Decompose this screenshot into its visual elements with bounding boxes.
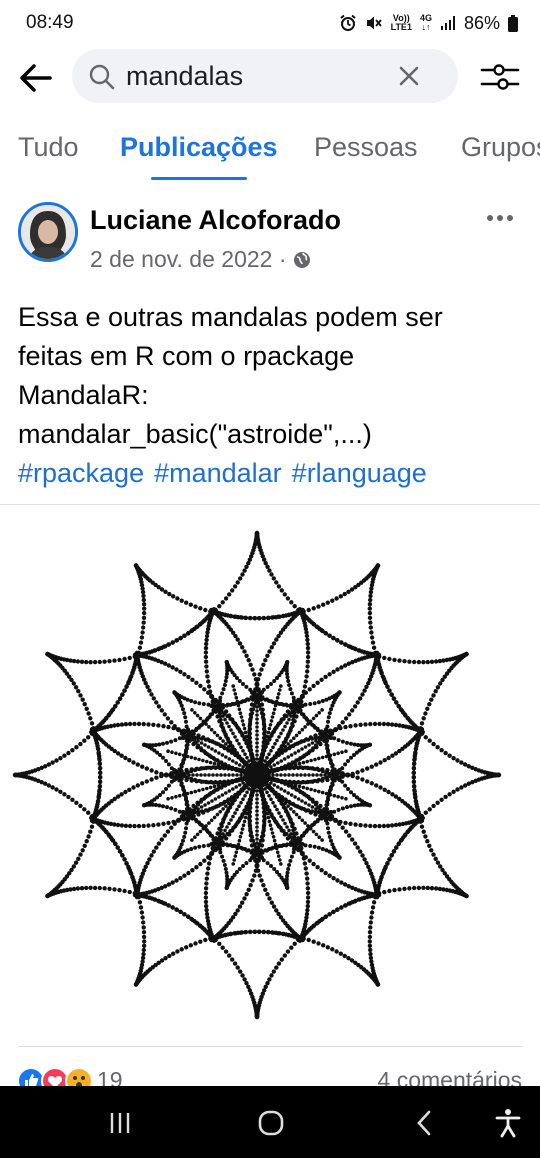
- recent-apps-icon: [110, 1113, 130, 1133]
- back-icon: [417, 1110, 431, 1136]
- home-button[interactable]: [253, 1106, 289, 1140]
- post-text-line: Essa e outras mandalas podem ser: [18, 302, 443, 332]
- back-button[interactable]: [14, 58, 56, 98]
- network-type-icon: 4G ↓↑: [419, 13, 432, 32]
- hashtag-link[interactable]: #rpackage: [18, 454, 144, 493]
- home-icon: [258, 1110, 284, 1136]
- mute-icon: [365, 14, 383, 32]
- search-box[interactable]: [72, 49, 458, 103]
- android-nav-bar: [0, 1086, 540, 1158]
- hashtag-link[interactable]: #rlanguage: [292, 454, 427, 493]
- recent-apps-button[interactable]: [102, 1106, 138, 1140]
- tab-posts[interactable]: Publicações: [120, 132, 278, 163]
- clear-icon[interactable]: [398, 65, 420, 87]
- back-arrow-icon: [20, 64, 52, 92]
- avatar[interactable]: [18, 202, 78, 262]
- comments-count[interactable]: 4 comentários: [378, 1067, 522, 1086]
- reaction-bar: 19 4 comentários: [0, 1060, 540, 1086]
- mandala-pattern: [12, 530, 502, 1020]
- reaction-count[interactable]: 19: [97, 1067, 123, 1086]
- tab-all[interactable]: Tudo: [18, 132, 79, 163]
- status-time: 08:49: [26, 12, 74, 33]
- more-options-button[interactable]: [482, 208, 518, 228]
- volte-icon: Vo)) LTE1: [390, 13, 412, 32]
- accessibility-icon: [495, 1109, 521, 1138]
- post-text-line: mandalar_basic("astroide",...): [18, 419, 372, 449]
- post-text: Essa e outras mandalas podem ser feitas …: [18, 298, 524, 493]
- globe-icon: [293, 251, 310, 268]
- search-tabs: Tudo Publicações Pessoas Grupos: [0, 122, 540, 184]
- search-header: [0, 46, 540, 108]
- search-icon: [89, 64, 115, 90]
- active-tab-indicator: [151, 177, 247, 180]
- battery-icon: [508, 14, 518, 32]
- tab-groups[interactable]: Grupos: [461, 132, 540, 163]
- mandala-image: [12, 530, 502, 1020]
- wow-icon: [65, 1067, 93, 1086]
- status-bar: 08:49 Vo)) LTE1 4G ↓↑ 86%: [0, 0, 540, 46]
- author-name[interactable]: Luciane Alcoforado: [90, 205, 341, 236]
- more-icon: [487, 215, 513, 221]
- divider: [18, 1046, 522, 1047]
- post-date: 2 de nov. de 2022 ·: [90, 246, 287, 272]
- post-text-line: MandalaR:: [18, 380, 149, 410]
- status-icons: Vo)) LTE1 4G ↓↑ 86%: [339, 11, 518, 35]
- hashtag-link[interactable]: #mandalar: [154, 454, 282, 493]
- search-input[interactable]: [126, 58, 396, 94]
- post-text-line: feitas em R com o rpackage: [18, 341, 355, 371]
- reaction-icons[interactable]: [16, 1066, 94, 1086]
- filter-icon: [480, 64, 520, 90]
- post-meta: 2 de nov. de 2022 ·: [90, 246, 311, 273]
- tab-people[interactable]: Pessoas: [314, 132, 418, 163]
- signal-icon: [440, 15, 456, 31]
- back-nav-button[interactable]: [406, 1106, 442, 1140]
- post-image[interactable]: [0, 505, 540, 1046]
- alarm-icon: [339, 14, 357, 32]
- hashtags: #rpackage #mandalar #rlanguage: [18, 454, 524, 493]
- post-header: Luciane Alcoforado 2 de nov. de 2022 ·: [0, 196, 540, 286]
- filter-button[interactable]: [478, 60, 522, 94]
- battery-percent: 86%: [463, 12, 500, 33]
- accessibility-button[interactable]: [490, 1106, 526, 1140]
